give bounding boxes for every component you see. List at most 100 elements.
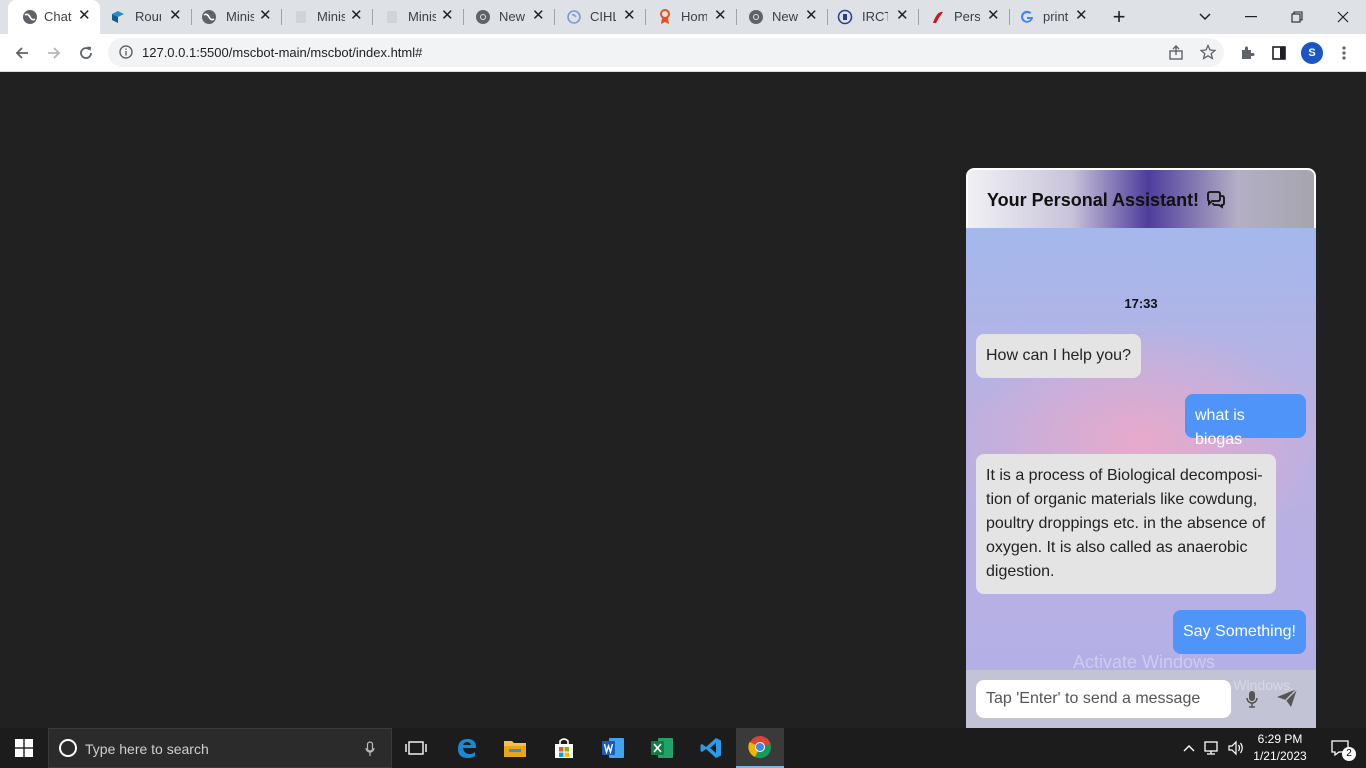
chat-bubbles-icon — [1206, 191, 1226, 214]
message-text: what is biogas — [1195, 407, 1245, 448]
user-message: Say Something! — [1173, 610, 1306, 654]
message-text: Say Something! — [1183, 623, 1296, 640]
tab-close-icon[interactable]: ✕ — [896, 8, 909, 24]
tab-minis-2[interactable]: Minis ✕ — [281, 0, 372, 34]
profile-avatar[interactable]: S — [1301, 42, 1323, 64]
notifications-button[interactable]: 2 — [1320, 728, 1360, 768]
chrome-icon — [475, 9, 491, 25]
tab-close-icon[interactable]: ✕ — [1075, 8, 1088, 24]
browser-toolbar: 127.0.0.1:5500/mscbot-main/mscbot/index.… — [0, 34, 1366, 72]
activation-watermark-title: Activate Windows — [1073, 652, 1216, 672]
message-text: How can I help you? — [986, 347, 1131, 364]
taskbar-search[interactable]: Type here to search — [48, 728, 392, 768]
tab-close-icon[interactable]: ✕ — [714, 8, 727, 24]
word-icon[interactable] — [589, 728, 637, 768]
tab-new-2[interactable]: New ✕ — [736, 0, 827, 34]
tab-close-icon[interactable]: ✕ — [259, 8, 272, 24]
tab-close-icon[interactable]: ✕ — [805, 8, 818, 24]
tab-close-icon[interactable]: ✕ — [169, 8, 182, 24]
tab-title: Pers — [954, 9, 980, 24]
taskbar-clock[interactable]: 6:29 PM 1/21/2023 — [1250, 731, 1310, 765]
file-explorer-icon[interactable] — [491, 728, 539, 768]
chat-header: Your Personal Assistant! — [966, 168, 1316, 228]
new-tab-button[interactable]: + — [1108, 6, 1130, 28]
tab-roun[interactable]: Roun ✕ — [100, 0, 191, 34]
activation-watermark-text: Go to Settings to activate Windows. — [1073, 677, 1294, 693]
message-timestamp: 17:33 — [1124, 296, 1158, 311]
irctc-icon — [837, 9, 853, 25]
tab-close-icon[interactable]: ✕ — [350, 8, 363, 24]
tab-title: Hom — [681, 9, 707, 24]
tray-chevron-icon[interactable] — [1180, 728, 1198, 768]
volume-icon[interactable] — [1226, 728, 1246, 768]
tab-title: New — [772, 9, 798, 24]
user-message: what is biogas — [1185, 394, 1306, 448]
tab-pers[interactable]: Pers ✕ — [918, 0, 1009, 34]
taskbar-search-placeholder: Type here to search — [85, 741, 209, 757]
tab-title: Chat — [44, 9, 72, 24]
tab-title: CIHL — [590, 9, 616, 24]
globe-icon — [22, 9, 38, 25]
tab-strip: Chat ✕ Roun ✕ Minis ✕ Minis ✕ Minis ✕ — [0, 0, 1366, 34]
tab-close-icon[interactable]: ✕ — [987, 8, 1000, 24]
tab-print[interactable]: print ✕ — [1009, 0, 1100, 34]
cortana-circle-icon — [58, 738, 78, 763]
globe-icon — [201, 9, 217, 25]
url-text: 127.0.0.1:5500/mscbot-main/mscbot/index.… — [142, 45, 423, 60]
extensions-icon[interactable] — [1236, 42, 1258, 64]
task-view-icon[interactable] — [392, 728, 440, 768]
round-logo-icon — [110, 9, 126, 25]
page-icon — [384, 9, 400, 25]
microphone-icon[interactable] — [365, 741, 375, 762]
side-panel-icon[interactable] — [1268, 42, 1290, 64]
microphone-icon[interactable] — [1246, 690, 1258, 713]
bookmark-star-icon[interactable] — [1199, 43, 1217, 65]
close-window-button[interactable] — [1320, 0, 1366, 34]
page-icon — [293, 9, 309, 25]
chat-widget: Your Personal Assistant! 17:33 How can I… — [966, 168, 1316, 728]
pin-icon — [657, 9, 673, 25]
google-icon — [1019, 9, 1035, 25]
tab-hom[interactable]: Hom ✕ — [645, 0, 736, 34]
reload-button[interactable] — [75, 42, 97, 64]
tab-close-icon[interactable]: ✕ — [78, 8, 91, 24]
address-bar[interactable]: 127.0.0.1:5500/mscbot-main/mscbot/index.… — [108, 38, 1224, 67]
chat-messages: 17:33 How can I help you? what is biogas… — [966, 228, 1316, 670]
menu-kebab-icon[interactable] — [1333, 42, 1355, 64]
tab-title: Minis — [226, 9, 254, 24]
excel-icon[interactable] — [638, 728, 686, 768]
tab-close-icon[interactable]: ✕ — [441, 8, 454, 24]
network-icon[interactable] — [1202, 728, 1222, 768]
tab-close-icon[interactable]: ✕ — [623, 8, 636, 24]
tab-search-chevron-icon[interactable] — [1182, 0, 1228, 34]
edge-icon[interactable] — [443, 728, 491, 768]
vscode-icon[interactable] — [687, 728, 735, 768]
back-button[interactable] — [11, 42, 33, 64]
tab-close-icon[interactable]: ✕ — [532, 8, 545, 24]
tab-title: IRCT — [862, 9, 888, 24]
start-button[interactable] — [0, 728, 48, 768]
tab-irctc[interactable]: IRCT ✕ — [827, 0, 918, 34]
red-logo-icon — [930, 9, 946, 25]
tab-cihl[interactable]: CIHL ✕ — [554, 0, 645, 34]
share-icon[interactable] — [1168, 45, 1184, 66]
tab-chat[interactable]: Chat ✕ — [8, 0, 100, 34]
clock-date: 1/21/2023 — [1253, 749, 1307, 763]
circle-icon — [566, 9, 582, 25]
chrome-taskbar-icon[interactable] — [736, 728, 784, 768]
tab-title: New — [499, 9, 525, 24]
tab-minis-1[interactable]: Minis ✕ — [191, 0, 281, 34]
store-icon[interactable] — [540, 728, 588, 768]
chat-title: Your Personal Assistant! — [987, 190, 1200, 210]
bot-message: How can I help you? — [976, 334, 1141, 378]
restore-button[interactable] — [1274, 0, 1320, 34]
minimize-button[interactable] — [1228, 0, 1274, 34]
site-info-icon[interactable] — [119, 45, 133, 64]
windows-taskbar: Type here to search 6:29 PM 1/21/2023 2 — [0, 728, 1366, 768]
notification-count-badge: 2 — [1342, 747, 1356, 761]
tab-minis-3[interactable]: Minis ✕ — [372, 0, 463, 34]
forward-button[interactable] — [43, 42, 65, 64]
tab-new-1[interactable]: New ✕ — [463, 0, 554, 34]
tab-title: print — [1043, 9, 1069, 24]
tab-title: Minis — [408, 9, 436, 24]
